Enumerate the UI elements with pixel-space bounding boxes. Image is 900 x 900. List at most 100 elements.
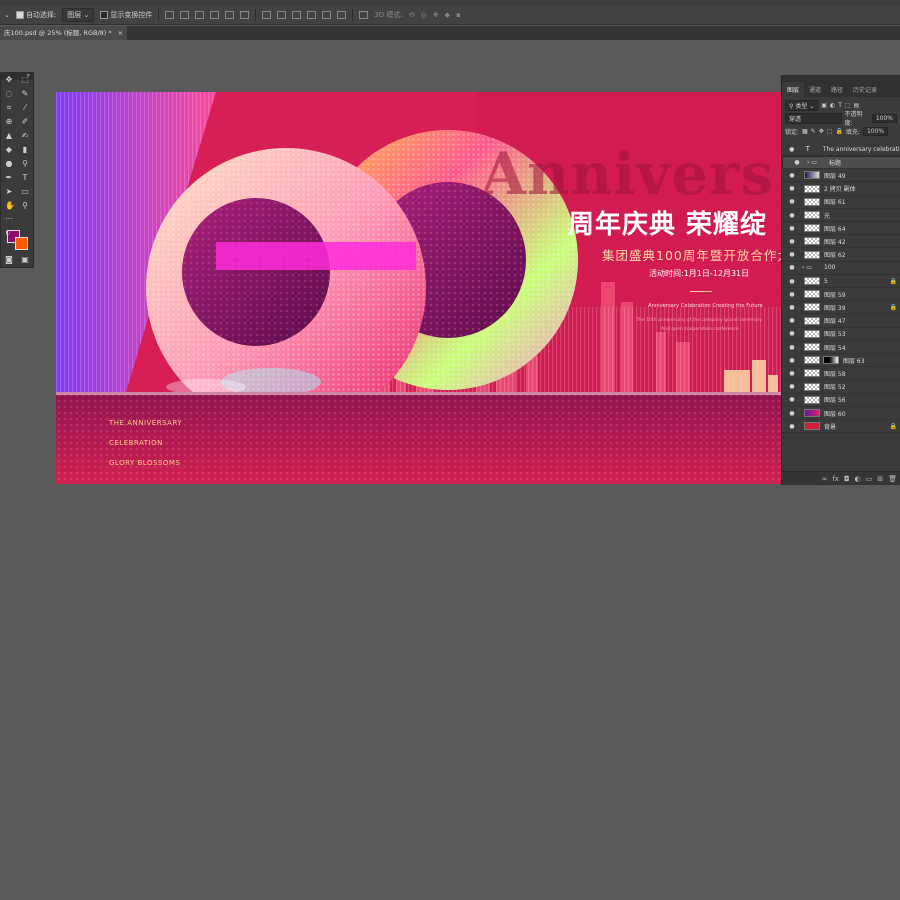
layer-row[interactable]: ● 图层 54 <box>782 341 900 354</box>
align-top-icon[interactable] <box>210 11 220 19</box>
visibility-eye-icon[interactable]: ● <box>788 383 796 390</box>
path-select-tool-icon[interactable]: ➤ <box>5 188 13 196</box>
visibility-eye-icon[interactable]: ● <box>788 172 796 179</box>
adjustment-icon[interactable]: ◐ <box>855 475 861 483</box>
layer-row[interactable]: ● › ▭ 标题 <box>782 156 900 170</box>
document-tab[interactable]: 庆100.psd @ 25% (标题, RGB/8) * × <box>0 26 128 40</box>
rectangle-tool-icon[interactable]: ▭ <box>21 188 29 196</box>
visibility-eye-icon[interactable]: ● <box>788 185 796 192</box>
3d-roll-icon[interactable]: ◎ <box>421 11 427 19</box>
zoom-tool-icon[interactable]: ⚲ <box>21 202 29 210</box>
layer-row[interactable]: ● 背景 🔒 <box>782 420 900 434</box>
3d-pan-icon[interactable]: ✥ <box>433 11 439 19</box>
folder-icon[interactable]: ▭ <box>866 475 873 483</box>
mask-icon[interactable]: ◘ <box>844 475 850 483</box>
close-tab-icon[interactable]: × <box>118 26 123 40</box>
lock-artboard-icon[interactable]: ⬚ <box>827 128 833 135</box>
filter-type-icon[interactable]: T <box>838 102 842 109</box>
auto-select-dropdown[interactable]: 图层 ⌄ <box>62 8 95 22</box>
visibility-eye-icon[interactable]: ● <box>788 304 796 311</box>
tab-channels[interactable]: 通道 <box>804 82 826 97</box>
lock-transparent-icon[interactable]: ▦ <box>802 128 808 135</box>
3d-slide-icon[interactable]: ◆ <box>445 11 450 19</box>
filter-smart-icon[interactable]: ▤ <box>854 102 860 109</box>
layer-row[interactable]: ● 5 🔒 <box>782 275 900 288</box>
visibility-eye-icon[interactable]: ● <box>788 344 796 351</box>
visibility-eye-icon[interactable]: ● <box>788 264 796 271</box>
marquee-tool-icon[interactable]: ⬚ <box>21 76 29 84</box>
tab-paths[interactable]: 路径 <box>826 82 848 97</box>
align-left-icon[interactable] <box>165 11 175 19</box>
distribute-bottom-icon[interactable] <box>292 11 302 19</box>
distribute-center-icon[interactable] <box>322 11 332 19</box>
visibility-eye-icon[interactable]: ● <box>788 212 796 219</box>
3d-scale-icon[interactable]: ▪ <box>456 11 461 19</box>
visibility-eye-icon[interactable]: ● <box>788 330 796 337</box>
type-tool-icon[interactable]: T <box>21 174 29 182</box>
layer-row[interactable]: ● 2 拷贝 副体 <box>782 183 900 196</box>
distribute-right-icon[interactable] <box>337 11 347 19</box>
dodge-tool-icon[interactable]: ⚲ <box>21 160 29 168</box>
align-right-icon[interactable] <box>195 11 205 19</box>
document-canvas[interactable]: Annivers 周年庆典 荣耀绽 集团盛典100周年暨开放合作大 活动时间:1… <box>56 92 781 484</box>
visibility-eye-icon[interactable]: ● <box>788 410 796 417</box>
move-tool-icon[interactable]: ✥ <box>5 76 13 84</box>
visibility-eye-icon[interactable]: ● <box>788 251 796 258</box>
align-center-icon[interactable] <box>180 11 190 19</box>
layer-row[interactable]: ● T The anniversary celebrati... <box>782 143 900 156</box>
layer-row[interactable]: ● 图层 58 <box>782 367 900 381</box>
distribute-left-icon[interactable] <box>307 11 317 19</box>
visibility-eye-icon[interactable]: ● <box>788 423 796 430</box>
lock-position-icon[interactable]: ✥ <box>819 128 824 135</box>
layer-row[interactable]: ● 光 <box>782 209 900 222</box>
eyedropper-tool-icon[interactable]: ⁄ <box>21 104 29 112</box>
quick-select-tool-icon[interactable]: ✎ <box>21 90 29 98</box>
layer-filter-dropdown[interactable]: ⚲ 类型 ⌄ <box>785 99 819 111</box>
pen-tool-icon[interactable]: ✒ <box>5 174 13 182</box>
distribute-middle-icon[interactable] <box>277 11 287 19</box>
folder-icon[interactable]: › ▭ <box>807 159 825 166</box>
distribute-top-icon[interactable] <box>262 11 272 19</box>
visibility-eye-icon[interactable]: ● <box>788 396 796 403</box>
trash-icon[interactable]: 🗑 <box>888 475 897 483</box>
screen-mode-icon[interactable]: ▣ <box>21 256 29 264</box>
eraser-tool-icon[interactable]: ◆ <box>5 146 13 154</box>
healing-brush-tool-icon[interactable]: ⊕ <box>5 118 13 126</box>
layer-row[interactable]: ● 图层 63 <box>782 354 900 368</box>
background-color-swatch[interactable] <box>15 237 28 250</box>
gradient-tool-icon[interactable]: ▮ <box>21 146 29 154</box>
filter-adjust-icon[interactable]: ◐ <box>830 102 835 109</box>
visibility-eye-icon[interactable]: ● <box>788 225 796 232</box>
filter-pixel-icon[interactable]: ▣ <box>821 102 827 109</box>
visibility-eye-icon[interactable]: ● <box>788 238 796 245</box>
align-bottom-icon[interactable] <box>240 11 250 19</box>
align-middle-icon[interactable] <box>225 11 235 19</box>
visibility-eye-icon[interactable]: ● <box>793 159 801 166</box>
tab-history[interactable]: 历史记录 <box>848 82 882 97</box>
fx-icon[interactable]: fx <box>832 475 839 483</box>
layer-row[interactable]: ● 图层 53 <box>782 328 900 341</box>
default-colors-icon[interactable]: ◧ <box>4 229 12 237</box>
layer-row[interactable]: ● 图层 60 <box>782 407 900 420</box>
visibility-eye-icon[interactable]: ● <box>788 146 796 153</box>
crop-tool-icon[interactable]: ⌗ <box>5 104 13 112</box>
visibility-eye-icon[interactable]: ● <box>788 370 796 377</box>
layer-row[interactable]: ● 图层 59 <box>782 288 900 302</box>
layer-row[interactable]: ● 图层 42 <box>782 235 900 249</box>
visibility-eye-icon[interactable]: ● <box>788 278 796 285</box>
fill-input[interactable]: 100% <box>862 126 889 136</box>
lasso-tool-icon[interactable]: ◌ <box>5 90 13 98</box>
visibility-eye-icon[interactable]: ● <box>788 198 796 205</box>
auto-select-checkbox[interactable]: 自动选择: <box>15 10 56 20</box>
link-icon[interactable]: ∞ <box>822 475 828 483</box>
tab-layers[interactable]: 图层 <box>782 82 805 97</box>
lock-all-icon[interactable]: 🔒 <box>835 128 842 135</box>
history-brush-tool-icon[interactable]: ✍ <box>21 132 29 140</box>
lock-pixels-icon[interactable]: ✎ <box>811 128 816 135</box>
3d-rotate-icon[interactable]: ⟲ <box>409 11 415 19</box>
more-tools-icon[interactable]: ⋯ <box>5 215 13 223</box>
layer-row[interactable]: ● 图层 61 <box>782 196 900 209</box>
opacity-input[interactable]: 100% <box>871 113 897 123</box>
layer-row[interactable]: ● 图层 49 <box>782 169 900 183</box>
move-tool-chevron-icon[interactable]: ⌄ <box>4 11 10 19</box>
